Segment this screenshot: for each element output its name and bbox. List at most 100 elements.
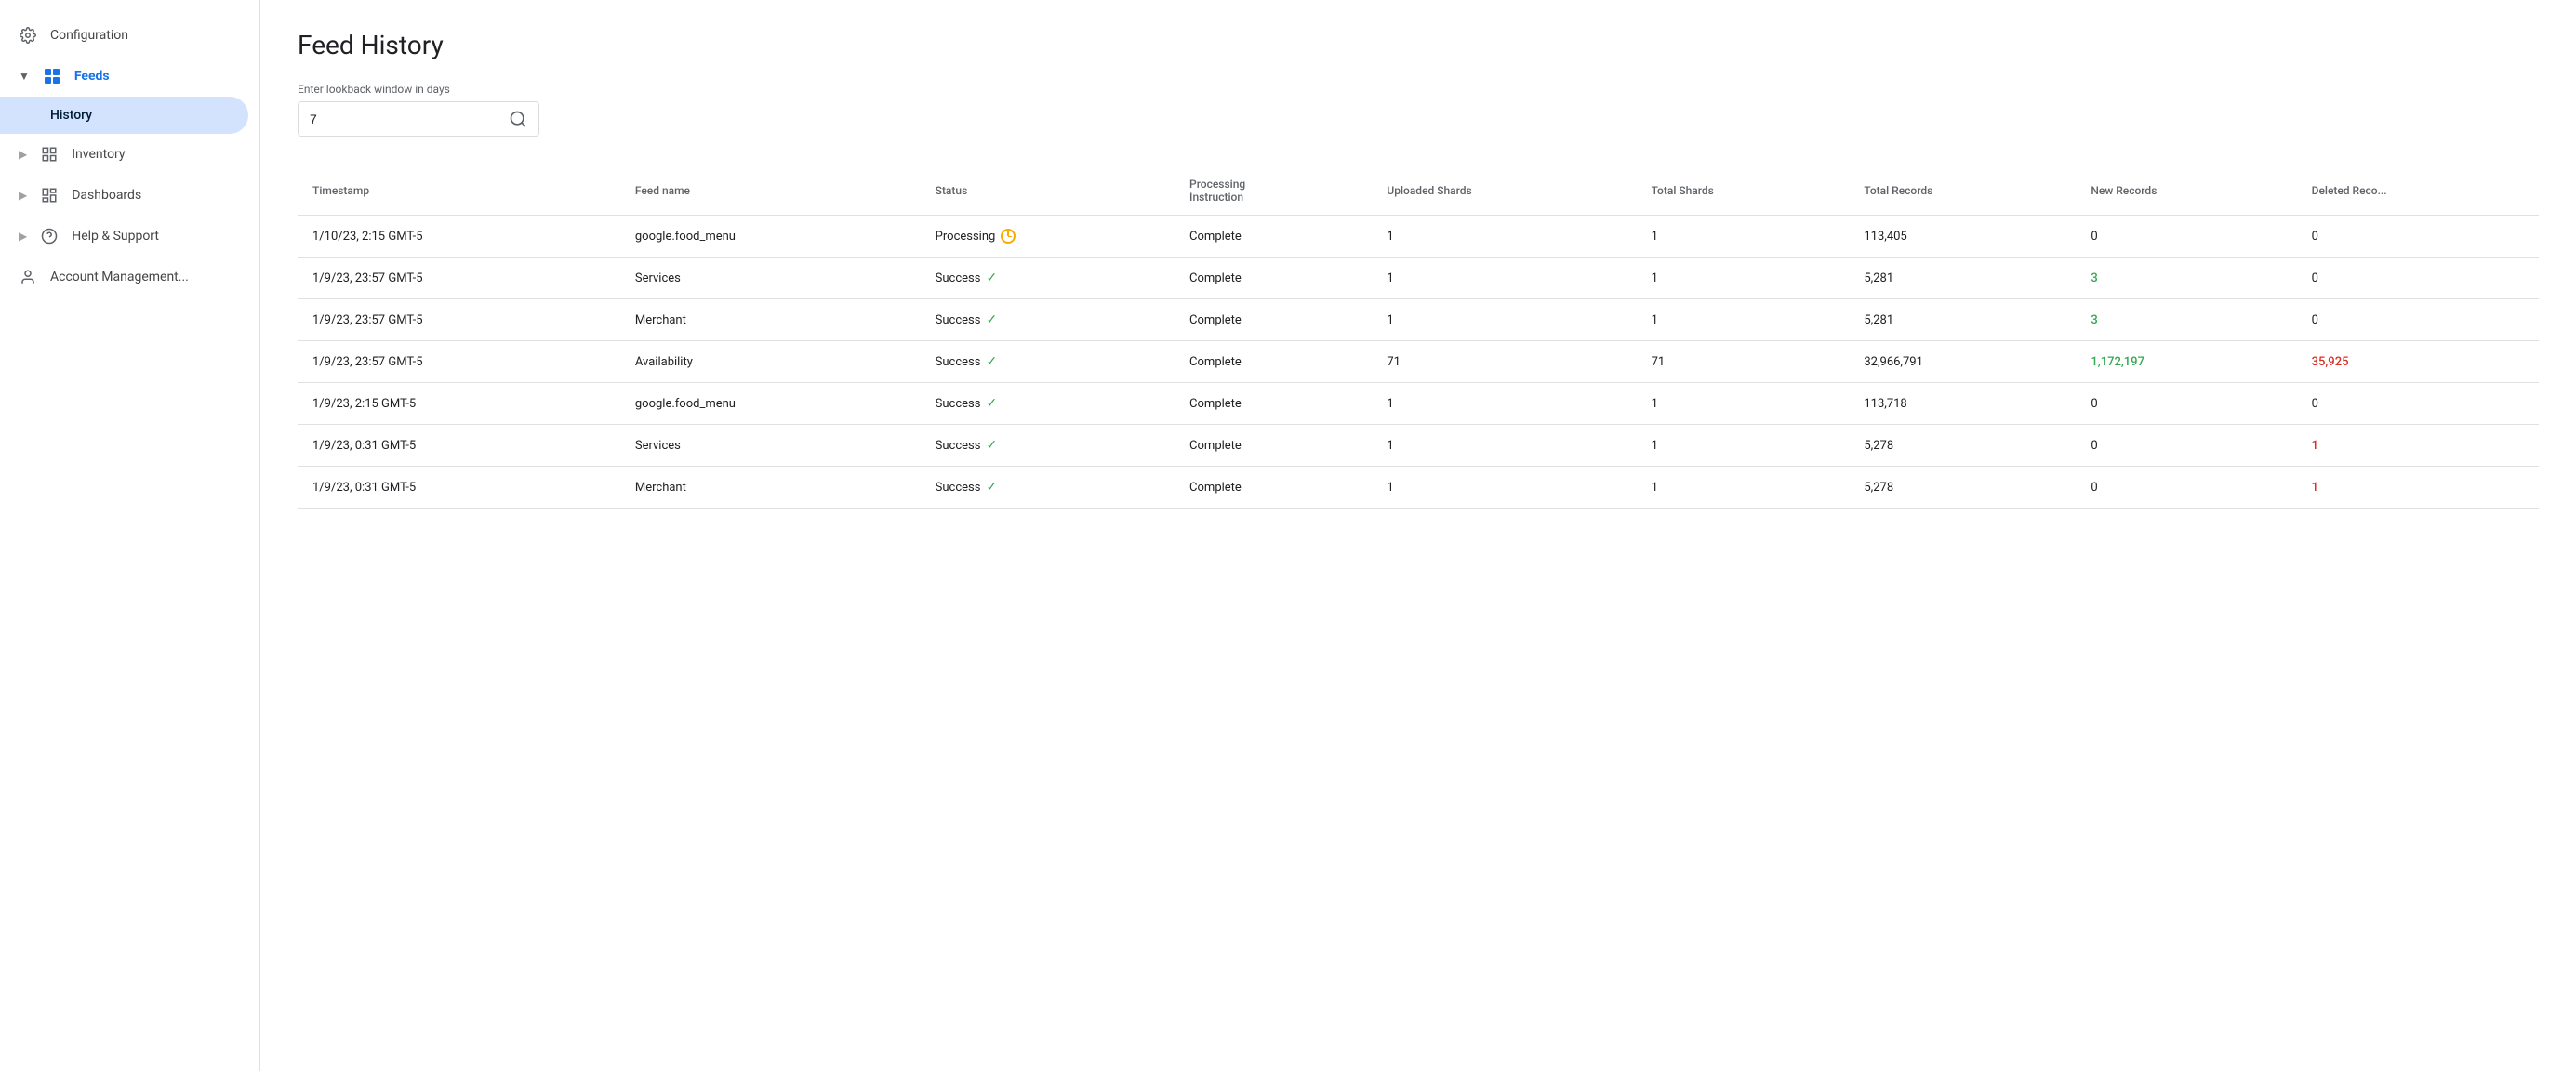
table-row: 1/9/23, 0:31 GMT-5Services Success ✓ Com…	[298, 425, 2539, 467]
cell-deleted-records: 1	[2297, 425, 2539, 467]
sidebar: Configuration ▼ Feeds History ▶ Inventor…	[0, 0, 260, 1071]
cell-deleted-records: 0	[2297, 299, 2539, 341]
chevron-right-icon-3: ▶	[19, 230, 27, 243]
cell-total-records: 32,966,791	[1849, 341, 2076, 383]
cell-new-records: 0	[2076, 467, 2296, 509]
sidebar-item-feeds-label: Feeds	[74, 69, 110, 84]
cell-status: Success ✓	[921, 299, 1175, 341]
table-row: 1/9/23, 23:57 GMT-5Merchant Success ✓ Co…	[298, 299, 2539, 341]
cell-total-records: 5,278	[1849, 467, 2076, 509]
search-section: Enter lookback window in days	[298, 83, 2539, 137]
cell-feedname: Services	[620, 258, 921, 299]
cell-processing: Complete	[1175, 383, 1372, 425]
cell-feedname: Merchant	[620, 299, 921, 341]
check-icon: ✓	[986, 438, 997, 453]
sidebar-item-help-support[interactable]: ▶ Help & Support	[0, 216, 248, 257]
status-success: Success ✓	[936, 271, 1160, 285]
cell-timestamp: 1/10/23, 2:15 GMT-5	[298, 216, 620, 258]
cell-total-records: 5,281	[1849, 258, 2076, 299]
search-box	[298, 101, 539, 137]
cell-total-records: 5,278	[1849, 425, 2076, 467]
cell-feedname: Merchant	[620, 467, 921, 509]
status-success: Success ✓	[936, 312, 1160, 327]
cell-new-records: 3	[2076, 299, 2296, 341]
cell-timestamp: 1/9/23, 23:57 GMT-5	[298, 299, 620, 341]
search-input[interactable]	[310, 112, 501, 126]
feeds-icon	[43, 67, 61, 86]
status-processing: Processing	[936, 229, 1160, 244]
cell-timestamp: 1/9/23, 2:15 GMT-5	[298, 383, 620, 425]
sidebar-item-configuration[interactable]: Configuration	[0, 15, 248, 56]
cell-total-shards: 71	[1637, 341, 1850, 383]
col-header-new-records: New Records	[2076, 166, 2296, 216]
search-button[interactable]	[509, 110, 527, 128]
help-circle-icon	[40, 227, 59, 245]
cell-deleted-records: 0	[2297, 383, 2539, 425]
sidebar-item-account-management[interactable]: Account Management...	[0, 257, 248, 298]
cell-status: Processing	[921, 216, 1175, 258]
gear-icon	[19, 26, 37, 45]
status-success: Success ✓	[936, 354, 1160, 369]
cell-total-shards: 1	[1637, 467, 1850, 509]
account-icon	[19, 268, 37, 286]
cell-timestamp: 1/9/23, 23:57 GMT-5	[298, 341, 620, 383]
cell-deleted-records: 0	[2297, 258, 2539, 299]
table-wrapper: Timestamp Feed name Status ProcessingIns…	[298, 166, 2539, 509]
cell-deleted-records: 1	[2297, 467, 2539, 509]
table-row: 1/9/23, 0:31 GMT-5Merchant Success ✓ Com…	[298, 467, 2539, 509]
cell-uploaded-shards: 1	[1372, 258, 1636, 299]
cell-total-records: 113,718	[1849, 383, 2076, 425]
cell-status: Success ✓	[921, 341, 1175, 383]
col-header-total-shards: Total Shards	[1637, 166, 1850, 216]
cell-feedname: google.food_menu	[620, 383, 921, 425]
table-row: 1/9/23, 23:57 GMT-5Availability Success …	[298, 341, 2539, 383]
cell-total-shards: 1	[1637, 216, 1850, 258]
check-icon: ✓	[986, 354, 997, 369]
cell-status: Success ✓	[921, 258, 1175, 299]
cell-feedname: Services	[620, 425, 921, 467]
cell-uploaded-shards: 1	[1372, 383, 1636, 425]
feed-history-table: Timestamp Feed name Status ProcessingIns…	[298, 166, 2539, 509]
cell-uploaded-shards: 1	[1372, 425, 1636, 467]
cell-deleted-records: 35,925	[2297, 341, 2539, 383]
cell-new-records: 0	[2076, 425, 2296, 467]
col-header-total-records: Total Records	[1849, 166, 2076, 216]
status-success: Success ✓	[936, 396, 1160, 411]
check-icon: ✓	[986, 480, 997, 495]
sidebar-item-history[interactable]: History	[0, 97, 248, 134]
cell-total-records: 5,281	[1849, 299, 2076, 341]
cell-total-shards: 1	[1637, 258, 1850, 299]
col-header-uploaded-shards: Uploaded Shards	[1372, 166, 1636, 216]
check-icon: ✓	[986, 312, 997, 327]
sidebar-item-feeds[interactable]: ▼ Feeds	[0, 56, 248, 97]
cell-total-shards: 1	[1637, 383, 1850, 425]
table-row: 1/9/23, 23:57 GMT-5Services Success ✓ Co…	[298, 258, 2539, 299]
sidebar-item-inventory[interactable]: ▶ Inventory	[0, 134, 248, 175]
status-success: Success ✓	[936, 480, 1160, 495]
clock-icon	[1001, 229, 1016, 244]
cell-processing: Complete	[1175, 341, 1372, 383]
cell-processing: Complete	[1175, 467, 1372, 509]
cell-uploaded-shards: 1	[1372, 216, 1636, 258]
table-row: 1/9/23, 2:15 GMT-5google.food_menu Succe…	[298, 383, 2539, 425]
cell-new-records: 0	[2076, 383, 2296, 425]
cell-status: Success ✓	[921, 467, 1175, 509]
sidebar-item-configuration-label: Configuration	[50, 28, 128, 43]
cell-timestamp: 1/9/23, 0:31 GMT-5	[298, 425, 620, 467]
col-header-processing: ProcessingInstruction	[1175, 166, 1372, 216]
cell-total-shards: 1	[1637, 299, 1850, 341]
cell-uploaded-shards: 1	[1372, 467, 1636, 509]
chevron-down-icon: ▼	[19, 70, 30, 83]
search-label: Enter lookback window in days	[298, 83, 2539, 96]
cell-status: Success ✓	[921, 425, 1175, 467]
cell-feedname: google.food_menu	[620, 216, 921, 258]
status-success: Success ✓	[936, 438, 1160, 453]
cell-timestamp: 1/9/23, 0:31 GMT-5	[298, 467, 620, 509]
sidebar-item-account-management-label: Account Management...	[50, 270, 189, 284]
sidebar-item-dashboards[interactable]: ▶ Dashboards	[0, 175, 248, 216]
cell-processing: Complete	[1175, 299, 1372, 341]
cell-uploaded-shards: 71	[1372, 341, 1636, 383]
dashboard-icon	[40, 186, 59, 205]
chevron-right-icon-2: ▶	[19, 189, 27, 202]
cell-new-records: 3	[2076, 258, 2296, 299]
